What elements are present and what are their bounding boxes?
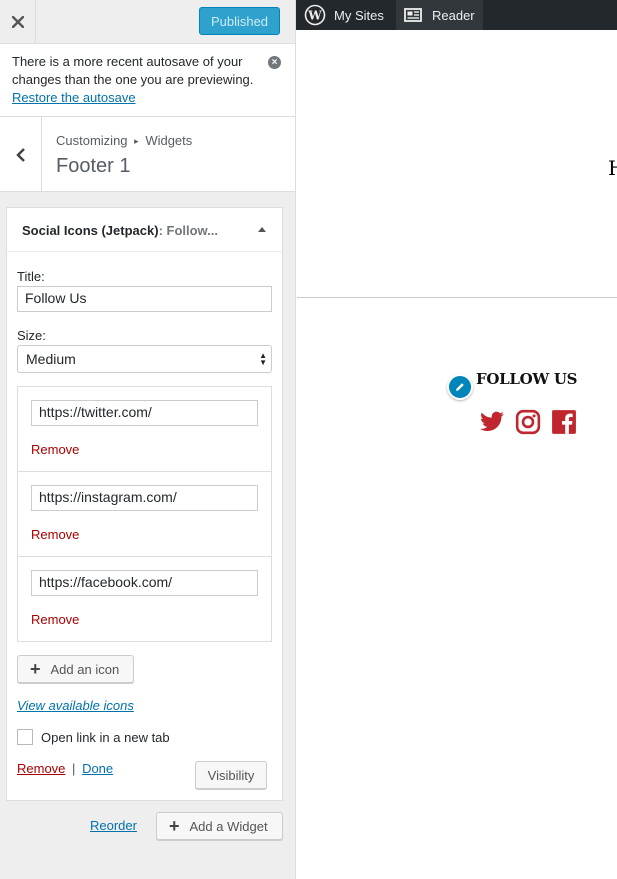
add-icon-label: Add an icon bbox=[50, 661, 120, 677]
plus-icon: + bbox=[30, 659, 41, 679]
site-preview: H FOLLOW US bbox=[297, 30, 617, 879]
section-title: Footer 1 bbox=[56, 155, 131, 177]
reader-label: Reader bbox=[432, 7, 475, 23]
link-separator: | bbox=[72, 761, 76, 776]
instagram-icon[interactable] bbox=[515, 409, 541, 435]
size-label: Size: bbox=[17, 328, 46, 343]
breadcrumb-leaf: Widgets bbox=[145, 133, 193, 148]
icon-url-input[interactable]: https://instagram.com/ bbox=[31, 485, 258, 511]
close-icon bbox=[11, 16, 24, 28]
remove-icon-link[interactable]: Remove bbox=[31, 442, 79, 457]
remove-icon-link[interactable]: Remove bbox=[31, 527, 79, 542]
dismiss-notice-icon[interactable]: × bbox=[268, 56, 281, 69]
icon-url-input[interactable]: https://twitter.com/ bbox=[31, 400, 258, 426]
plus-icon: + bbox=[169, 816, 180, 836]
admin-bar: W My Sites Reader bbox=[296, 0, 617, 30]
view-available-icons-link[interactable]: View available icons bbox=[17, 698, 134, 713]
customizer-panel: Published There is a more recent autosav… bbox=[0, 0, 296, 879]
breadcrumb-separator: ▸ bbox=[134, 136, 139, 146]
remove-widget-link[interactable]: Remove bbox=[17, 761, 65, 776]
pencil-icon bbox=[456, 383, 464, 391]
close-customizer-button[interactable] bbox=[0, 0, 36, 44]
twitter-icon[interactable] bbox=[479, 409, 505, 435]
my-sites-label: My Sites bbox=[334, 7, 384, 23]
widget-in-title: : Follow... bbox=[158, 223, 219, 238]
facebook-icon[interactable] bbox=[551, 409, 577, 435]
site-header-text: H bbox=[608, 156, 617, 180]
title-input[interactable]: Follow Us bbox=[17, 286, 272, 312]
remove-icon-link[interactable]: Remove bbox=[31, 612, 79, 627]
edit-shortcut-button[interactable] bbox=[447, 374, 473, 400]
size-select[interactable]: Medium ▲ ▼ bbox=[17, 345, 272, 373]
add-widget-button[interactable]: + Add a Widget bbox=[156, 812, 283, 840]
customizer-header: Published bbox=[0, 0, 295, 44]
publish-button[interactable]: Published bbox=[199, 7, 280, 35]
wordpress-logo-icon: W bbox=[304, 4, 326, 26]
widget-name: Social Icons (Jetpack) bbox=[22, 223, 159, 238]
chevron-left-icon bbox=[15, 147, 25, 162]
select-arrows-icon: ▲ ▼ bbox=[259, 351, 267, 367]
breadcrumb-root: Customizing bbox=[56, 133, 128, 148]
restore-autosave-link[interactable]: Restore the autosave bbox=[12, 90, 136, 105]
widget-header[interactable]: Social Icons (Jetpack): Follow... bbox=[7, 208, 282, 252]
size-select-value: Medium bbox=[26, 351, 76, 367]
widget-title: Social Icons (Jetpack): Follow... bbox=[22, 223, 218, 238]
social-icons-widget: Social Icons (Jetpack): Follow... Title:… bbox=[6, 207, 283, 801]
back-button[interactable] bbox=[0, 117, 42, 192]
icon-row-instagram: https://instagram.com/ Remove bbox=[18, 472, 271, 557]
social-icons-list: https://twitter.com/ Remove https://inst… bbox=[17, 386, 272, 642]
widget-title-preview: FOLLOW US bbox=[476, 370, 578, 388]
add-widget-label: Add a Widget bbox=[189, 818, 268, 834]
new-tab-checkbox[interactable] bbox=[17, 729, 33, 745]
section-header: Customizing ▸ Widgets Footer 1 bbox=[0, 117, 295, 192]
visibility-button[interactable]: Visibility bbox=[195, 761, 267, 789]
widget-control-links: Remove | Done bbox=[17, 761, 113, 776]
add-icon-button[interactable]: + Add an icon bbox=[17, 655, 134, 683]
icon-row-facebook: https://facebook.com/ Remove bbox=[18, 557, 271, 642]
reorder-link[interactable]: Reorder bbox=[90, 818, 137, 833]
reader-menu[interactable]: Reader bbox=[396, 0, 483, 30]
my-sites-menu[interactable]: W My Sites bbox=[304, 0, 384, 30]
collapse-arrow-icon[interactable] bbox=[258, 227, 266, 232]
autosave-notice-text: There is a more recent autosave of your … bbox=[12, 54, 254, 87]
reader-icon bbox=[404, 8, 422, 22]
icon-row-twitter: https://twitter.com/ Remove bbox=[18, 387, 271, 472]
title-label: Title: bbox=[17, 269, 45, 284]
svg-text:W: W bbox=[307, 9, 322, 23]
header-divider bbox=[297, 297, 617, 298]
icon-url-input[interactable]: https://facebook.com/ bbox=[31, 570, 258, 596]
done-link[interactable]: Done bbox=[82, 761, 113, 776]
breadcrumb: Customizing ▸ Widgets bbox=[56, 133, 192, 148]
new-tab-label: Open link in a new tab bbox=[41, 730, 170, 745]
autosave-notice: There is a more recent autosave of your … bbox=[0, 44, 295, 117]
